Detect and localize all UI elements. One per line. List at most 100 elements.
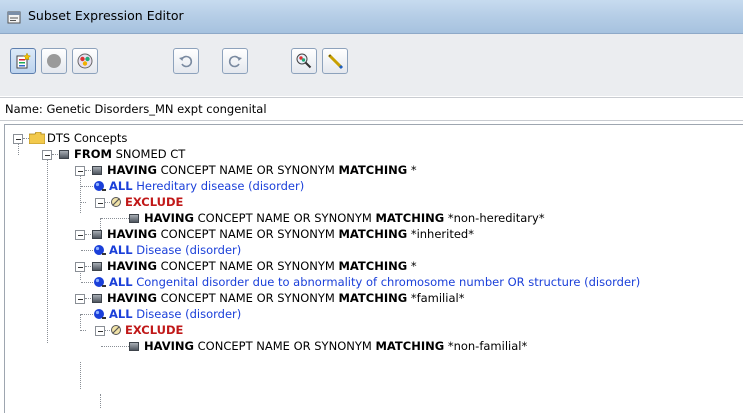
clause-icon <box>129 214 139 223</box>
tree-branch-line <box>101 218 129 219</box>
clause-icon <box>92 230 102 239</box>
collapse-toggle-icon[interactable] <box>95 326 105 336</box>
clause-icon <box>92 294 102 303</box>
tree-node-having[interactable]: HAVING CONCEPT NAME OR SYNONYM MATCHING … <box>75 290 575 306</box>
having-keyword: HAVING <box>107 163 157 177</box>
tree-node-all[interactable]: ALL Disease (disorder) <box>81 306 481 322</box>
concept-ball-icon <box>94 277 106 287</box>
having-keyword: HAVING <box>144 211 194 225</box>
concept-palette-icon <box>77 53 93 69</box>
tree-branch-line <box>101 346 129 347</box>
condition-phrase: CONCEPT NAME OR SYNONYM <box>197 339 372 353</box>
condition-phrase: CONCEPT NAME OR SYNONYM <box>160 227 335 241</box>
having-keyword: HAVING <box>107 259 157 273</box>
title-bar[interactable]: Subset Expression Editor <box>0 0 743 34</box>
tree-branch-line <box>81 282 93 283</box>
expression-tree[interactable]: DTS Concepts FROM SNOMED CT HAVING CONCE… <box>4 124 743 413</box>
concept-ball-icon <box>94 245 106 255</box>
pencil-icon <box>327 53 344 70</box>
exclude-icon <box>111 197 121 207</box>
exclude-icon <box>111 325 121 335</box>
from-keyword: FROM <box>74 147 112 161</box>
tree-node-all[interactable]: ALL Disease (disorder) <box>81 242 481 258</box>
tree-node-having[interactable]: HAVING CONCEPT NAME OR SYNONYM MATCHING … <box>75 162 575 178</box>
record-button[interactable] <box>41 48 67 74</box>
record-circle-icon <box>47 54 61 68</box>
tree-node-having[interactable]: HAVING CONCEPT NAME OR SYNONYM MATCHING … <box>75 226 575 242</box>
tree-node-all[interactable]: ALL Hereditary disease (disorder) <box>81 178 481 194</box>
match-pattern: *non-hereditary* <box>447 211 545 225</box>
tree-node-exclude[interactable]: EXCLUDE <box>75 194 275 210</box>
undo-button[interactable] <box>173 48 199 74</box>
matching-keyword: MATCHING <box>375 211 445 225</box>
condition-phrase: CONCEPT NAME OR SYNONYM <box>160 291 335 305</box>
tree-guide-line <box>100 394 101 408</box>
tree-node-having[interactable]: HAVING CONCEPT NAME OR SYNONYM MATCHING … <box>75 258 575 274</box>
concept-name: Congenital disorder due to abnormality o… <box>136 275 641 289</box>
exclude-keyword: EXCLUDE <box>125 323 184 337</box>
redo-button[interactable] <box>222 48 248 74</box>
condition-phrase: CONCEPT NAME OR SYNONYM <box>160 163 335 177</box>
tree-node-all[interactable]: ALL Congenital disorder due to abnormali… <box>81 274 741 290</box>
collapse-toggle-icon[interactable] <box>13 134 23 144</box>
exclude-keyword: EXCLUDE <box>125 195 184 209</box>
tree-node-exclude[interactable]: EXCLUDE <box>75 322 275 338</box>
match-pattern: *non-familial* <box>447 339 528 353</box>
tree-guide-line <box>80 362 81 389</box>
collapse-toggle-icon[interactable] <box>75 262 85 272</box>
tree-node-having-excluded[interactable]: HAVING CONCEPT NAME OR SYNONYM MATCHING … <box>101 338 621 354</box>
tree-node-label: DTS Concepts <box>47 131 128 145</box>
match-pattern: *familial* <box>410 291 465 305</box>
all-keyword: ALL <box>109 179 133 193</box>
collapse-toggle-icon[interactable] <box>75 230 85 240</box>
new-document-icon <box>16 52 32 69</box>
expression-name-label: Name: Genetic Disorders_MN expt congenit… <box>5 102 267 116</box>
tree-branch-line <box>85 234 91 235</box>
all-keyword: ALL <box>109 243 133 257</box>
tree-node-having-excluded[interactable]: HAVING CONCEPT NAME OR SYNONYM MATCHING … <box>101 210 621 226</box>
tree-branch-line <box>81 186 93 187</box>
tree-node-from[interactable]: FROM SNOMED CT <box>42 146 342 162</box>
new-expression-button[interactable] <box>10 48 36 74</box>
having-keyword: HAVING <box>144 339 194 353</box>
tree-node-root[interactable]: DTS Concepts <box>13 130 213 146</box>
toolbar <box>0 34 743 96</box>
concept-name: Disease (disorder) <box>136 243 242 257</box>
window-title: Subset Expression Editor <box>28 8 184 23</box>
condition-phrase: CONCEPT NAME OR SYNONYM <box>160 259 335 273</box>
condition-phrase: CONCEPT NAME OR SYNONYM <box>197 211 372 225</box>
editor-app-icon <box>7 11 21 24</box>
having-keyword: HAVING <box>107 291 157 305</box>
having-keyword: HAVING <box>107 227 157 241</box>
matching-keyword: MATCHING <box>338 163 408 177</box>
concept-ball-icon <box>94 309 106 319</box>
clause-icon <box>92 166 102 175</box>
tree-branch-line <box>85 170 91 171</box>
edit-pencil-button[interactable] <box>322 48 348 74</box>
match-pattern: * <box>410 259 417 273</box>
collapse-toggle-icon[interactable] <box>42 150 52 160</box>
collapse-toggle-icon[interactable] <box>95 198 105 208</box>
concept-name: Hereditary disease (disorder) <box>136 179 305 193</box>
tree-branch-line <box>80 330 86 331</box>
from-value: SNOMED CT <box>115 147 186 161</box>
match-pattern: *inherited* <box>410 227 474 241</box>
tree-branch-line <box>85 266 91 267</box>
tree-branch-line <box>80 202 86 203</box>
clause-icon <box>92 262 102 271</box>
concept-palette-button[interactable] <box>72 48 98 74</box>
concept-ball-icon <box>94 181 106 191</box>
match-pattern: * <box>410 163 417 177</box>
clause-icon <box>129 342 139 351</box>
tree-branch-line <box>81 314 93 315</box>
all-keyword: ALL <box>109 275 133 289</box>
collapse-toggle-icon[interactable] <box>75 294 85 304</box>
matching-keyword: MATCHING <box>338 291 408 305</box>
all-keyword: ALL <box>109 307 133 321</box>
clause-icon <box>59 150 69 159</box>
matching-keyword: MATCHING <box>375 339 445 353</box>
undo-icon <box>179 55 193 68</box>
search-concept-button[interactable] <box>291 48 317 74</box>
matching-keyword: MATCHING <box>338 227 408 241</box>
collapse-toggle-icon[interactable] <box>75 166 85 176</box>
